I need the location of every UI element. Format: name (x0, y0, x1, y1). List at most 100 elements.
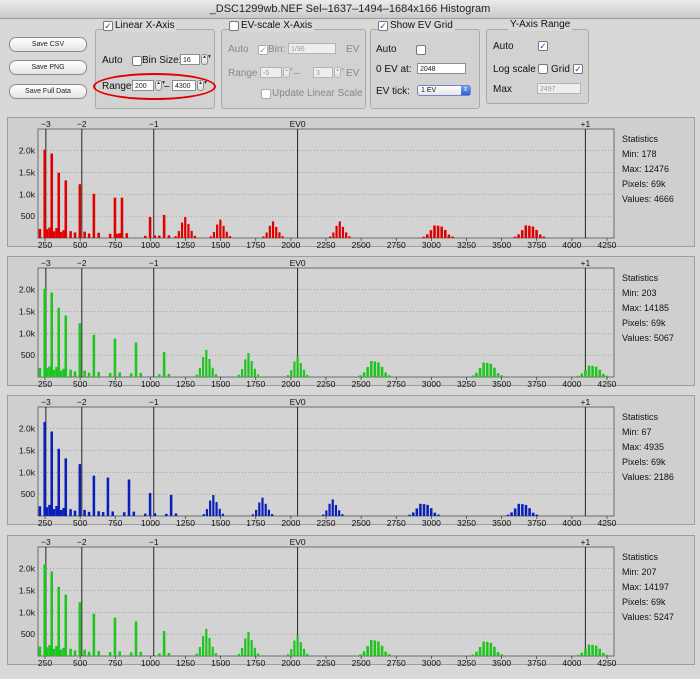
bin-size-checkbox[interactable] (132, 56, 142, 66)
x-tick-label: 3500 (492, 240, 511, 248)
histogram-bar (167, 374, 171, 377)
log-scale-checkbox[interactable] (538, 64, 548, 74)
histogram-bar (113, 197, 117, 238)
histogram-bar (286, 654, 290, 656)
histogram-bar (524, 504, 528, 516)
histogram-bar (237, 374, 240, 377)
save-png-button[interactable]: Save PNG (9, 60, 87, 75)
histogram-bar (50, 153, 54, 238)
ev-range-max-stepper[interactable]: ▲▼ (334, 67, 345, 78)
histogram-bar (122, 512, 126, 516)
x-tick-label: 250 (38, 240, 52, 248)
statistics-title: Statistics (622, 552, 659, 562)
zero-ev-field[interactable]: 2048 (417, 63, 466, 74)
histogram-bar (193, 235, 196, 238)
histogram-bar (38, 646, 42, 656)
histogram-bar (594, 366, 598, 377)
x-tick-label: 1750 (246, 379, 265, 387)
histogram-bar (106, 477, 110, 516)
ev-label: −2 (77, 119, 87, 129)
histogram-bar (293, 640, 296, 656)
bin-size-stepper[interactable]: ▲▼ (201, 54, 212, 65)
update-linear-scale-checkbox[interactable] (261, 89, 271, 99)
ev-range-label: Range (228, 68, 258, 79)
histogram-chart: 500 1.0k 1.5k 2.0k −3 −2 −1 EV0 +1 250 500 750 1000 1… (19, 258, 616, 387)
x-tick-label: 2000 (281, 518, 300, 526)
ev-label: EV0 (290, 537, 306, 547)
histogram-bar (244, 638, 247, 656)
histogram-bar (48, 645, 51, 656)
histogram-bar (271, 514, 274, 516)
histogram-bar (531, 512, 535, 516)
y-tick-label: 1.0k (19, 607, 36, 617)
histogram-bar (205, 349, 208, 377)
histogram-bar (205, 628, 208, 656)
grid-checkbox[interactable]: ✓ (573, 64, 583, 74)
x-tick-label: 1500 (211, 240, 230, 248)
histogram-bar (602, 373, 605, 377)
y-tick-label: 500 (21, 629, 35, 639)
histogram-bar (162, 214, 166, 238)
statistics-box: Statistics Min: 207 Max: 14197 Pixels: 69k V… (622, 550, 674, 625)
histogram-bar (521, 504, 524, 516)
x-tick-label: 500 (73, 379, 87, 387)
histogram-bar (580, 373, 584, 377)
histogram-bar (387, 375, 391, 377)
histogram-bar (78, 464, 82, 516)
histogram-bar (293, 361, 296, 377)
log-scale-label: Log scale (493, 64, 536, 75)
histogram-bar (496, 373, 500, 377)
histogram-panel: 500 1.0k 1.5k 2.0k −3 −2 −1 EV0 +1 250 500 750 1000 1… (7, 535, 695, 666)
histogram-bar (43, 421, 46, 516)
histogram-bar (482, 362, 485, 377)
ev-range-max-field[interactable]: 3 (313, 67, 333, 78)
histogram-bar (111, 511, 115, 516)
ev-scale-checkbox[interactable] (229, 21, 239, 31)
ev-bin-checkbox[interactable]: ✓ (258, 45, 268, 55)
bin-size-field[interactable]: 16 (180, 54, 200, 65)
show-ev-grid-checkbox[interactable]: ✓ (378, 21, 388, 31)
y-tick-label: 500 (21, 211, 35, 221)
histogram-bar (212, 495, 215, 516)
x-tick-label: 1500 (211, 658, 230, 666)
y-max-field[interactable]: 2497 (537, 83, 581, 94)
histogram-bar (38, 506, 42, 516)
save-full-data-button[interactable]: Save Full Data (9, 84, 87, 99)
ev-bin-select[interactable]: 1/96 (288, 43, 336, 54)
ev-range-min-field[interactable]: -5 (260, 67, 282, 78)
histogram-bar (198, 368, 202, 377)
histogram-bar (48, 227, 51, 238)
ev-grid-auto-checkbox[interactable] (416, 45, 426, 55)
y-auto-checkbox[interactable]: ✓ (538, 41, 548, 51)
histogram-bar (87, 372, 91, 377)
range-highlight-annotation (93, 73, 216, 100)
x-tick-label: 750 (108, 240, 122, 248)
x-tick-label: 1000 (141, 518, 160, 526)
histogram-bar (202, 357, 205, 377)
histogram-bar (48, 504, 51, 516)
ev-label: EV0 (290, 258, 306, 268)
histogram-bar (211, 367, 214, 377)
linear-x-axis-checkbox[interactable]: ✓ (103, 21, 113, 31)
histogram-bar (591, 644, 594, 656)
histogram-bar (195, 374, 198, 377)
x-tick-label: 500 (73, 658, 87, 666)
histogram-bar (296, 635, 299, 656)
histogram-bar (87, 651, 91, 656)
histogram-bar (535, 514, 539, 516)
histogram-bar (296, 356, 299, 377)
x-tick-label: 750 (108, 379, 122, 387)
histogram-bar (78, 602, 82, 656)
ev-range-min-stepper[interactable]: ▲▼ (283, 67, 294, 78)
histogram-bar (500, 375, 503, 377)
histogram-bar (158, 235, 161, 238)
ev-tick-select[interactable]: 1 EV ⇕ (417, 85, 471, 96)
histogram-bar (262, 236, 265, 238)
grid-label: Grid (551, 64, 570, 75)
histogram-bar (496, 652, 500, 656)
save-csv-button[interactable]: Save CSV (9, 37, 87, 52)
x-tick-label: 1500 (211, 379, 230, 387)
x-tick-label: 3250 (457, 518, 476, 526)
x-tick-label: 2250 (317, 658, 336, 666)
update-linear-scale-label: Update Linear Scale (272, 88, 363, 99)
